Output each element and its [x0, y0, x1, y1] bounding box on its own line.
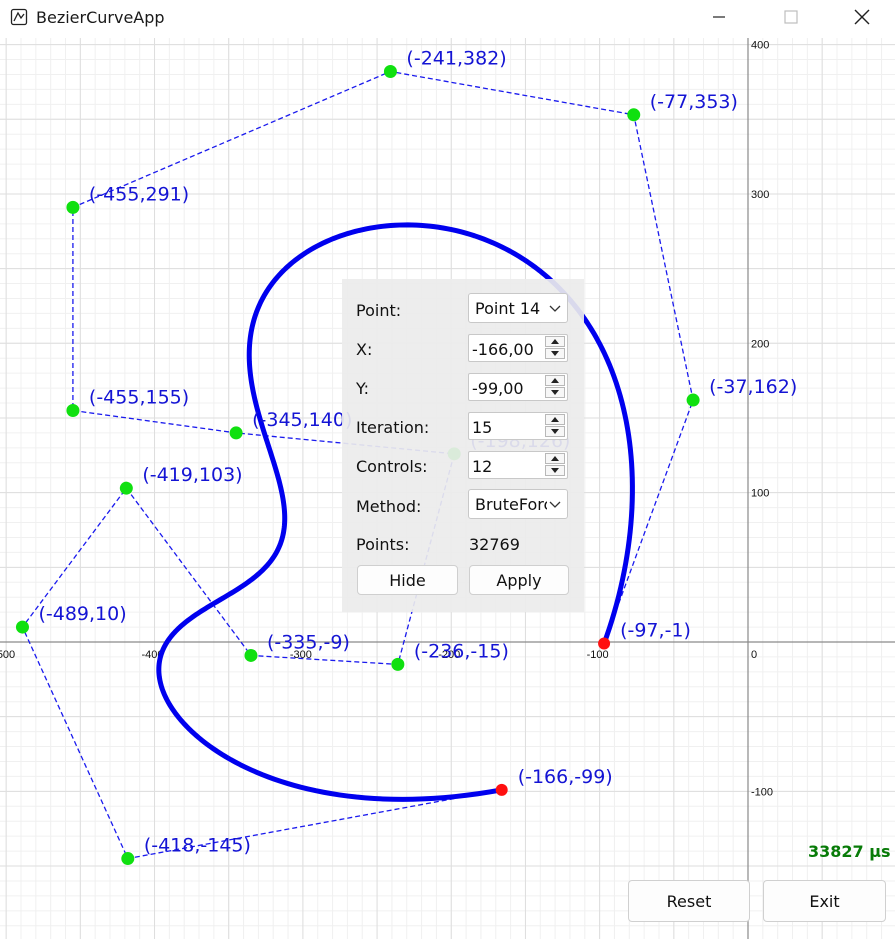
- y-value: -99,00: [472, 379, 524, 398]
- method-label: Method:: [356, 497, 422, 516]
- point-coordinate-label: (-455,291): [89, 183, 189, 205]
- point-coordinate-label: (-335,-9): [267, 631, 350, 653]
- control-point-marker: [229, 426, 243, 440]
- control-point-marker: [121, 852, 135, 866]
- maximize-icon: [784, 10, 798, 24]
- apply-button[interactable]: Apply: [469, 565, 569, 595]
- reset-button[interactable]: Reset: [628, 880, 750, 922]
- method-select-value: BruteForce: [475, 495, 547, 514]
- x-spinbox[interactable]: -166,00: [468, 334, 568, 362]
- iteration-value: 15: [472, 418, 493, 437]
- x-tick-label: -500: [0, 649, 15, 661]
- close-button[interactable]: [834, 0, 890, 34]
- point-coordinate-label: (-418,-145): [144, 835, 251, 857]
- y-tick-label: 300: [751, 189, 769, 201]
- point-coordinate-label: (-419,103): [142, 464, 242, 486]
- minimize-button[interactable]: [691, 0, 747, 34]
- x-decrement-button[interactable]: [545, 348, 565, 359]
- y-increment-button[interactable]: [545, 375, 565, 386]
- chevron-down-icon: [549, 305, 561, 312]
- point-coordinate-label: (-489,10): [38, 603, 126, 625]
- iteration-decrement-button[interactable]: [545, 426, 565, 437]
- arrow-down-icon: [551, 429, 559, 434]
- x-increment-button[interactable]: [545, 336, 565, 347]
- point-label: Point:: [356, 301, 402, 320]
- y-spinbox[interactable]: -99,00: [468, 373, 568, 401]
- x-label: X:: [356, 340, 373, 359]
- points-label: Points:: [356, 535, 410, 554]
- arrow-down-icon: [551, 468, 559, 473]
- endpoint-marker: [495, 783, 508, 796]
- point-select-value: Point 14: [475, 299, 541, 318]
- hide-button[interactable]: Hide: [357, 565, 458, 595]
- control-panel: Point: Point 14 X: -166,00 Y: -99,00 Ite…: [342, 279, 584, 612]
- app-icon: [10, 8, 28, 26]
- close-icon: [854, 9, 870, 25]
- point-coordinate-label: (-77,353): [650, 91, 738, 113]
- control-point-marker: [686, 393, 700, 407]
- x-tick-label: -100: [587, 649, 609, 661]
- y-tick-label: -100: [751, 786, 773, 798]
- control-point-marker: [66, 404, 80, 418]
- controls-increment-button[interactable]: [545, 453, 565, 464]
- timing-readout: 33827 µs: [808, 842, 891, 861]
- control-point-marker: [119, 481, 133, 495]
- control-point-marker: [15, 620, 29, 634]
- endpoint-marker: [598, 637, 611, 650]
- point-coordinate-label: (-241,382): [406, 47, 506, 69]
- control-point-marker: [244, 648, 258, 662]
- point-coordinate-label: (-455,155): [89, 387, 189, 409]
- control-point-marker: [391, 657, 405, 671]
- y-label: Y:: [356, 379, 370, 398]
- y-decrement-button[interactable]: [545, 387, 565, 398]
- control-point-marker: [383, 64, 397, 78]
- point-coordinate-label: (-345,140): [252, 409, 352, 431]
- point-coordinate-label: (-236,-15): [414, 640, 509, 662]
- maximize-button[interactable]: [763, 0, 819, 34]
- arrow-up-icon: [551, 417, 559, 422]
- x-tick-label: 0: [751, 649, 757, 661]
- control-point-marker: [627, 108, 641, 122]
- y-tick-label: 400: [751, 40, 769, 52]
- controls-spinbox[interactable]: 12: [468, 451, 568, 479]
- arrow-up-icon: [551, 378, 559, 383]
- minimize-icon: [713, 16, 725, 18]
- arrow-down-icon: [551, 351, 559, 356]
- arrow-up-icon: [551, 456, 559, 461]
- controls-label: Controls:: [356, 457, 428, 476]
- y-tick-label: 100: [751, 488, 769, 500]
- controls-value: 12: [472, 457, 493, 476]
- method-select[interactable]: BruteForce: [468, 489, 568, 519]
- exit-button[interactable]: Exit: [763, 880, 886, 922]
- window-title: BezierCurveApp: [36, 8, 165, 27]
- point-select[interactable]: Point 14: [468, 293, 568, 323]
- point-coordinate-label: (-97,-1): [620, 619, 691, 641]
- title-bar: BezierCurveApp: [0, 0, 895, 38]
- iteration-label: Iteration:: [356, 418, 430, 437]
- x-value: -166,00: [472, 340, 534, 359]
- y-tick-label: 200: [751, 338, 769, 350]
- controls-decrement-button[interactable]: [545, 465, 565, 476]
- arrow-down-icon: [551, 390, 559, 395]
- iteration-spinbox[interactable]: 15: [468, 412, 568, 440]
- points-count: 32769: [469, 535, 520, 554]
- chevron-down-icon: [549, 501, 561, 508]
- point-coordinate-label: (-37,162): [709, 376, 797, 398]
- point-coordinate-label: (-166,-99): [518, 766, 613, 788]
- iteration-increment-button[interactable]: [545, 414, 565, 425]
- control-point-marker: [66, 200, 80, 214]
- arrow-up-icon: [551, 339, 559, 344]
